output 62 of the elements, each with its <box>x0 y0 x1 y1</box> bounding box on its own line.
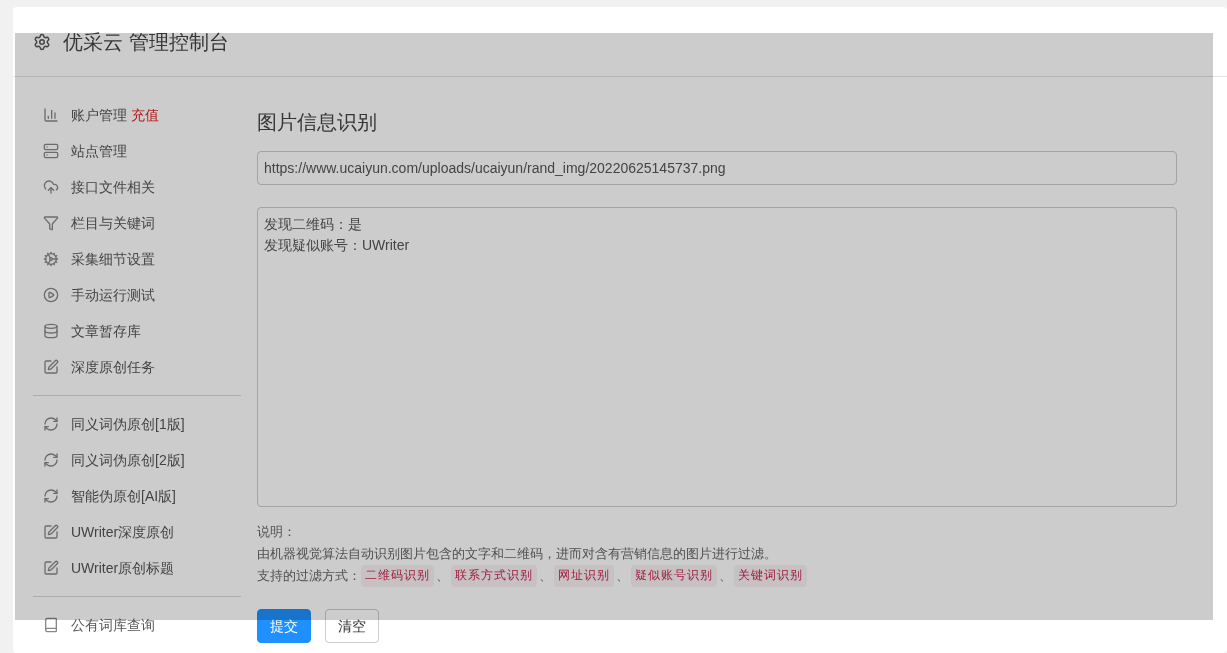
sidebar-label: 栏目与关键词 <box>71 213 155 233</box>
result-box[interactable]: 发现二维码：是 发现疑似账号：UWriter <box>257 207 1177 507</box>
app-title: 优采云 管理控制台 <box>63 29 229 55</box>
refresh-icon <box>43 488 59 504</box>
sidebar-label: UWriter深度原创 <box>71 522 175 542</box>
sidebar-item[interactable]: 公有词库查询 <box>33 607 241 643</box>
sidebar-item[interactable]: 账户管理 充值 <box>33 97 241 133</box>
separator: 、 <box>719 567 732 585</box>
sidebar-label: 接口文件相关 <box>71 177 155 197</box>
result-line: 发现二维码：是 <box>264 215 363 234</box>
server-icon <box>43 143 59 159</box>
refresh-icon <box>43 452 59 468</box>
filter-method-tag: 关键词识别 <box>734 565 807 587</box>
edit-icon <box>43 359 59 375</box>
sidebar-item[interactable]: UWriter原创标题 <box>33 550 241 586</box>
sidebar-label: 账户管理 <box>71 105 127 125</box>
section-title: 图片信息识别 <box>257 110 378 135</box>
settings-icon <box>33 32 51 51</box>
chart-icon <box>43 107 59 123</box>
edit-icon <box>43 524 59 540</box>
sidebar-label: 同义词伪原创[2版] <box>71 450 185 470</box>
sidebar-item[interactable]: 手动运行测试 <box>33 277 241 313</box>
sidebar-label: 手动运行测试 <box>71 285 155 305</box>
sidebar-label: 站点管理 <box>71 141 127 161</box>
sidebar-label: 文章暂存库 <box>71 321 141 341</box>
sidebar-label: 采集细节设置 <box>71 249 155 269</box>
sidebar-item[interactable]: 深度原创任务 <box>33 349 241 385</box>
cloud-upload-icon <box>43 179 59 195</box>
url-field[interactable]: https://www.ucaiyun.com/uploads/ucaiyun/rand_img/20220625145737.png <box>257 151 1177 185</box>
sidebar-item[interactable]: 采集细节设置 <box>33 241 241 277</box>
database-icon <box>43 323 59 339</box>
methods-label: 支持的过滤方式： <box>257 567 361 585</box>
refresh-icon <box>43 416 59 432</box>
sidebar-label: 深度原创任务 <box>71 357 155 377</box>
filter-method-tag: 二维码识别 <box>361 565 434 587</box>
sidebar-label: UWriter原创标题 <box>71 558 175 578</box>
notes-heading: 说明： <box>257 524 296 539</box>
sidebar-item[interactable]: 文章暂存库 <box>33 313 241 349</box>
sidebar-label: 公有词库查询 <box>71 615 155 635</box>
separator: 、 <box>436 567 449 585</box>
book-icon <box>43 617 59 633</box>
separator: 、 <box>539 567 552 585</box>
result-line: 发现疑似账号：UWriter <box>264 236 411 255</box>
notes-description: 由机器视觉算法自动识别图片包含的文字和二维码，进而对含有营销信息的图片进行过滤。 <box>257 546 777 561</box>
play-icon <box>43 287 59 303</box>
sidebar-item[interactable]: 接口文件相关 <box>33 169 241 205</box>
filter-method-tag: 疑似账号识别 <box>631 565 717 587</box>
sidebar-item[interactable]: 同义词伪原创[1版] <box>33 406 241 442</box>
sidebar-label: 智能伪原创[AI版] <box>71 486 176 506</box>
sidebar-item[interactable]: 同义词伪原创[2版] <box>33 442 241 478</box>
filter-icon <box>43 215 59 231</box>
separator: 、 <box>616 567 629 585</box>
sidebar-label: 同义词伪原创[1版] <box>71 414 185 434</box>
sidebar-item[interactable]: UWriter深度原创 <box>33 514 241 550</box>
filter-method-tag: 网址识别 <box>554 565 614 587</box>
recharge-link[interactable]: 充值 <box>131 104 159 126</box>
edit-icon <box>43 560 59 576</box>
filter-method-tag: 联系方式识别 <box>451 565 537 587</box>
sidebar-item[interactable]: 站点管理 <box>33 133 241 169</box>
clear-button[interactable]: 清空 <box>325 609 379 643</box>
sidebar-item[interactable]: 智能伪原创[AI版] <box>33 478 241 514</box>
sidebar-item[interactable]: 栏目与关键词 <box>33 205 241 241</box>
